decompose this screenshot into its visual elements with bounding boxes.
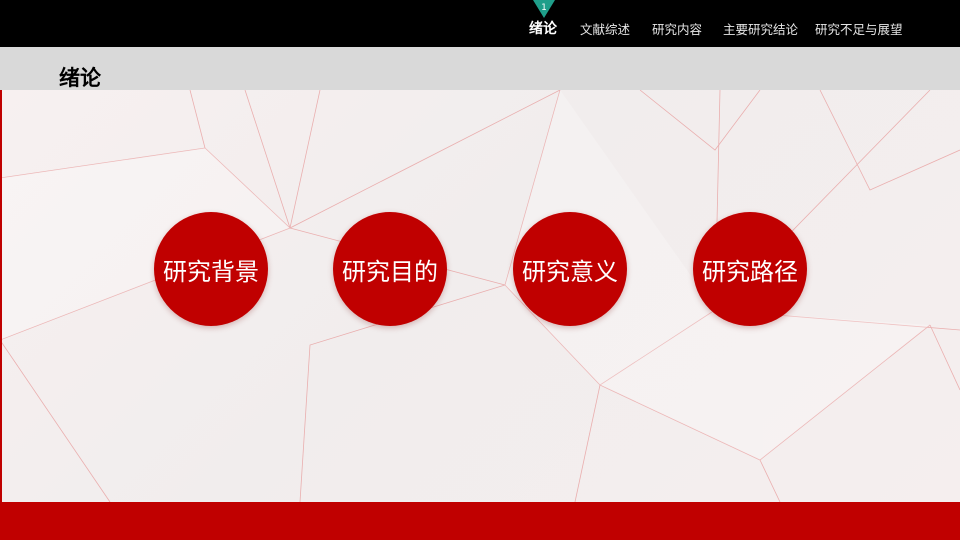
polygon-background-pattern bbox=[0, 90, 960, 502]
circle-research-significance[interactable]: 研究意义 bbox=[513, 212, 627, 326]
nav-item-literature-review[interactable]: 文献综述 bbox=[580, 19, 630, 38]
left-accent-line bbox=[0, 90, 2, 502]
content-area bbox=[0, 90, 960, 502]
nav-item-intro[interactable]: 绪论 bbox=[529, 18, 557, 38]
nav-item-research-content[interactable]: 研究内容 bbox=[652, 19, 702, 38]
nav-item-limitations-outlook[interactable]: 研究不足与展望 bbox=[815, 19, 903, 38]
circle-research-background[interactable]: 研究背景 bbox=[154, 212, 268, 326]
nav-item-main-conclusions[interactable]: 主要研究结论 bbox=[723, 19, 798, 38]
page-title: 绪论 bbox=[59, 66, 101, 90]
title-band bbox=[0, 47, 960, 90]
circle-research-purpose[interactable]: 研究目的 bbox=[333, 212, 447, 326]
section-nav: 绪论 文献综述 研究内容 主要研究结论 研究不足与展望 bbox=[0, 0, 960, 47]
bottom-red-bar bbox=[0, 502, 960, 540]
circle-research-path[interactable]: 研究路径 bbox=[693, 212, 807, 326]
